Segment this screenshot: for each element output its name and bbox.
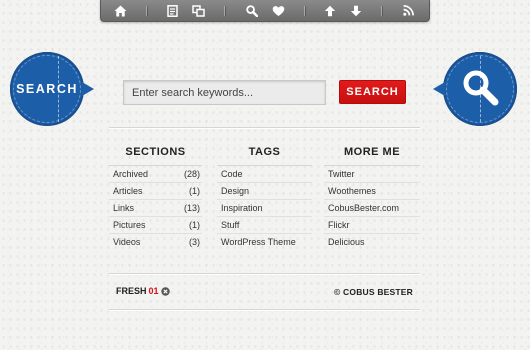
document-icon[interactable] bbox=[162, 2, 182, 19]
more-me-item[interactable]: Delicious bbox=[324, 234, 420, 251]
more-me-item-label[interactable]: Woothemes bbox=[328, 183, 376, 199]
tag-item[interactable]: Code bbox=[217, 166, 312, 183]
search-badge: SEARCH bbox=[10, 52, 94, 126]
tags-list: Code Design Inspiration Stuff WordPress Them… bbox=[217, 166, 312, 251]
sections-item[interactable]: Pictures (1) bbox=[109, 217, 202, 234]
sections-item[interactable]: Archived (28) bbox=[109, 166, 202, 183]
search-input[interactable] bbox=[123, 80, 326, 105]
toolbar-divider bbox=[146, 6, 147, 16]
divider bbox=[109, 273, 420, 274]
divider bbox=[109, 127, 420, 128]
more-me-item[interactable]: Woothemes bbox=[324, 183, 420, 200]
tag-item-label[interactable]: Design bbox=[221, 183, 249, 199]
tags-column: TAGS Code Design Inspiration Stuff WordPress… bbox=[217, 140, 312, 251]
logo-text: FRESH bbox=[116, 286, 147, 296]
tag-item-label[interactable]: Inspiration bbox=[221, 200, 263, 216]
sections-item[interactable]: Articles (1) bbox=[109, 183, 202, 200]
more-me-heading: MORE ME bbox=[324, 140, 420, 166]
toolbar-divider bbox=[224, 6, 225, 16]
arrow-down-icon[interactable] bbox=[346, 2, 366, 19]
tag-item[interactable]: Inspiration bbox=[217, 200, 312, 217]
copyright-text: © COBUS BESTER bbox=[334, 287, 413, 297]
toolbar-divider bbox=[304, 6, 305, 16]
more-me-item-label[interactable]: Delicious bbox=[328, 234, 365, 251]
more-me-column: MORE ME Twitter Woothemes CobusBester.com F… bbox=[324, 140, 420, 251]
sections-item-label[interactable]: Articles bbox=[113, 183, 143, 199]
sections-item-label[interactable]: Links bbox=[113, 200, 134, 216]
more-me-item-label[interactable]: Twitter bbox=[328, 166, 355, 182]
sections-heading: SECTIONS bbox=[109, 140, 202, 166]
more-me-item[interactable]: Flickr bbox=[324, 217, 420, 234]
more-me-item[interactable]: CobusBester.com bbox=[324, 200, 420, 217]
arrow-up-icon[interactable] bbox=[320, 2, 340, 19]
sections-item-label[interactable]: Archived bbox=[113, 166, 148, 182]
search-icon[interactable] bbox=[242, 2, 262, 19]
copy-icon[interactable] bbox=[188, 2, 208, 19]
tag-item-label[interactable]: WordPress Theme bbox=[221, 234, 296, 251]
toolbar-divider bbox=[381, 6, 382, 16]
tag-item-label[interactable]: Stuff bbox=[221, 217, 239, 233]
close-circle-icon bbox=[160, 286, 170, 296]
sections-item-count: (13) bbox=[183, 203, 200, 213]
sections-item[interactable]: Links (13) bbox=[109, 200, 202, 217]
more-me-item-label[interactable]: CobusBester.com bbox=[328, 200, 399, 216]
more-me-list: Twitter Woothemes CobusBester.com Flickr Del… bbox=[324, 166, 420, 251]
sections-item-count: (3) bbox=[189, 237, 200, 247]
sections-item-count: (28) bbox=[183, 169, 200, 179]
logo-accent: 01 bbox=[148, 286, 159, 296]
sections-item-count: (1) bbox=[189, 220, 200, 230]
sections-item-label[interactable]: Pictures bbox=[113, 217, 146, 233]
tag-item[interactable]: Design bbox=[217, 183, 312, 200]
rss-icon[interactable] bbox=[398, 2, 418, 19]
more-me-item-label[interactable]: Flickr bbox=[328, 217, 350, 233]
divider bbox=[109, 309, 420, 310]
magnifier-badge[interactable] bbox=[433, 52, 517, 126]
heart-icon[interactable] bbox=[268, 2, 288, 19]
more-me-item[interactable]: Twitter bbox=[324, 166, 420, 183]
search-button[interactable]: SEARCH bbox=[339, 80, 406, 104]
tag-item-label[interactable]: Code bbox=[221, 166, 243, 182]
top-toolbar bbox=[100, 0, 430, 22]
home-icon[interactable] bbox=[110, 2, 130, 19]
sections-item[interactable]: Videos (3) bbox=[109, 234, 202, 251]
footer-logo[interactable]: FRESH 01 bbox=[116, 286, 170, 296]
sections-list: Archived (28) Articles (1) Links (13) Pictures… bbox=[109, 166, 202, 251]
magnifier-icon bbox=[463, 70, 499, 106]
sections-item-count: (1) bbox=[189, 186, 200, 196]
sections-column: SECTIONS Archived (28) Articles (1) Links (13… bbox=[109, 140, 202, 251]
badge-pointer bbox=[433, 82, 445, 96]
search-badge-label: SEARCH bbox=[16, 82, 78, 96]
tag-item[interactable]: Stuff bbox=[217, 217, 312, 234]
tag-item[interactable]: WordPress Theme bbox=[217, 234, 312, 251]
tags-heading: TAGS bbox=[217, 140, 312, 166]
sections-item-label[interactable]: Videos bbox=[113, 234, 140, 251]
